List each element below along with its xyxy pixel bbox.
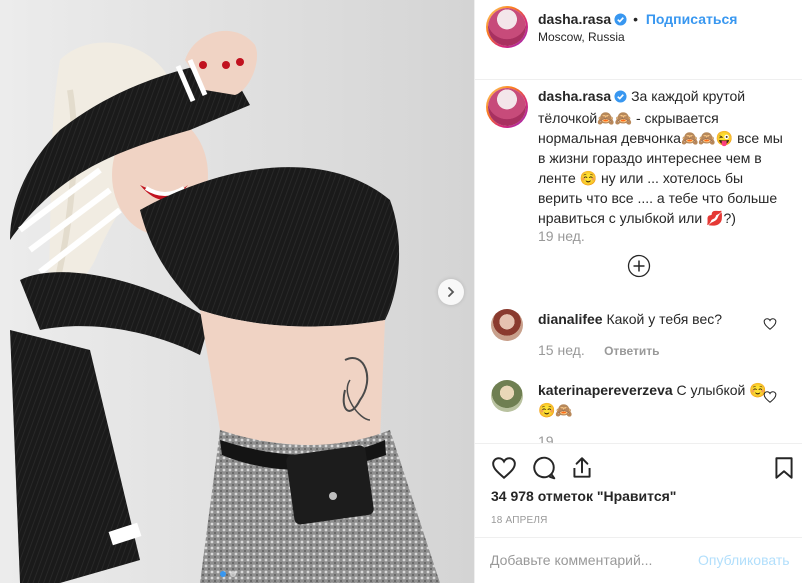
post-photo[interactable] [0,0,474,583]
post-date: 18 АПРЕЛЯ [491,515,548,526]
bookmark-icon[interactable] [771,455,797,481]
share-icon[interactable] [569,455,595,481]
caption-author-avatar[interactable] [486,86,528,128]
comment-meta: 15 нед. Ответить [538,342,660,358]
carousel-dot-2 [230,571,236,577]
caption-text: За каждой крутой тёлочкой🙈🙈 - скрывается… [538,88,783,226]
commenter-avatar[interactable] [491,309,523,341]
likes-count[interactable]: 34 978 отметок "Нравится" [491,488,676,504]
caption-timestamp[interactable]: 19 нед. [538,228,585,244]
carousel-dot-1 [220,571,226,577]
follow-button[interactable]: Подписаться [646,11,738,27]
author-username[interactable]: dasha.rasa [538,11,611,27]
heart-icon[interactable] [491,455,517,481]
verified-icon [614,13,627,29]
carousel-next-button[interactable] [438,279,464,305]
instagram-post: dasha.rasa • Подписаться Moscow, Russia … [0,0,802,583]
comment-time[interactable]: 15 нед. [538,342,585,358]
caption-username[interactable]: dasha.rasa [538,88,611,104]
verified-icon [614,88,627,108]
publish-button[interactable]: Опубликовать [698,552,790,568]
comment-time[interactable]: 19 [538,433,554,443]
separator-dot: • [633,11,638,27]
header-line: dasha.rasa • Подписаться [538,11,737,29]
reply-button[interactable]: Ответить [604,344,659,358]
carousel-indicator [220,571,236,577]
comment-item: dianalifee Какой у тебя вес? [538,309,778,329]
plus-circle-icon[interactable] [627,254,651,278]
post-caption: dasha.rasa За каждой крутой тёлочкой🙈🙈 -… [538,86,788,228]
post-location[interactable]: Moscow, Russia [538,30,625,44]
chevron-right-icon [448,287,455,297]
commenter-avatar[interactable] [491,380,523,412]
actions-divider [474,443,802,444]
comment-item: katerinapereverzeva С улыбкой ☺️☺️🙈 [538,380,778,420]
comment-like-icon[interactable] [763,317,777,331]
add-comment-bar: Опубликовать [474,537,802,583]
comment-like-icon[interactable] [763,390,777,404]
commenter-username[interactable]: dianalifee [538,311,603,327]
author-avatar[interactable] [486,6,528,48]
photo-scene [0,0,474,583]
commenter-username[interactable]: katerinapereverzeva [538,382,673,398]
comment-icon[interactable] [531,455,557,481]
comment-input[interactable] [490,552,690,568]
comment-text: Какой у тебя вес? [606,311,723,327]
